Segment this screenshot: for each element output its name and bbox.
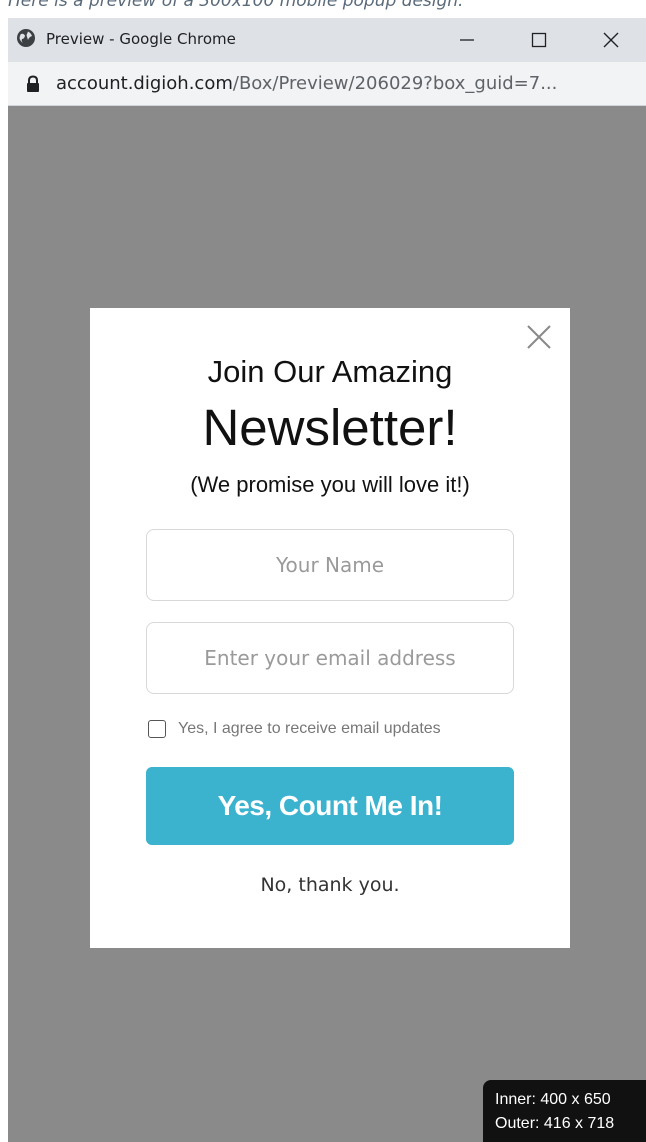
outer-size-text: Outer: 416 x 718 bbox=[495, 1115, 615, 1132]
popup-heading-line2: Newsletter! bbox=[202, 399, 458, 456]
popup-subheading: (We promise you will love it!) bbox=[190, 472, 470, 497]
close-window-icon bbox=[603, 32, 619, 48]
globe-icon bbox=[17, 29, 35, 47]
minimize-icon bbox=[460, 39, 474, 41]
browser-window: Preview - Google Chrome account.digioh.c… bbox=[8, 18, 646, 1142]
address-bar[interactable]: account.digioh.com/Box/Preview/206029?bo… bbox=[8, 62, 646, 106]
viewport-size-badge: Inner: 400 x 650 Outer: 416 x 718 bbox=[483, 1080, 646, 1142]
subscribe-button[interactable]: Yes, Count Me In! bbox=[146, 767, 514, 845]
popup-heading-line1: Join Our Amazing bbox=[207, 354, 453, 389]
inner-size-text: Inner: 400 x 650 bbox=[495, 1091, 611, 1108]
maximize-icon bbox=[531, 32, 547, 48]
window-title: Preview - Google Chrome bbox=[46, 30, 236, 48]
url-text[interactable]: account.digioh.com/Box/Preview/206029?bo… bbox=[56, 73, 557, 94]
lock-icon bbox=[27, 75, 39, 92]
consent-checkbox[interactable] bbox=[148, 720, 166, 738]
url-host: account.digioh.com bbox=[56, 73, 233, 94]
consent-row[interactable]: Yes, I agree to receive email updates bbox=[148, 718, 441, 740]
close-window-button[interactable] bbox=[582, 18, 640, 62]
newsletter-popup: Join Our Amazing Newsletter! (We promise… bbox=[90, 308, 570, 948]
decline-link[interactable]: No, thank you. bbox=[90, 874, 570, 896]
consent-label[interactable]: Yes, I agree to receive email updates bbox=[178, 720, 441, 738]
title-bar: Preview - Google Chrome bbox=[8, 18, 646, 62]
minimize-button[interactable] bbox=[438, 18, 496, 62]
close-icon[interactable] bbox=[526, 324, 552, 350]
page-caption: Here is a preview of a 300x100 mobile po… bbox=[8, 0, 464, 11]
email-input[interactable] bbox=[146, 622, 514, 694]
page-viewport: Join Our Amazing Newsletter! (We promise… bbox=[8, 107, 646, 1142]
url-path: /Box/Preview/206029?box_guid=7... bbox=[232, 73, 558, 94]
name-input[interactable] bbox=[146, 529, 514, 601]
maximize-button[interactable] bbox=[510, 18, 568, 62]
